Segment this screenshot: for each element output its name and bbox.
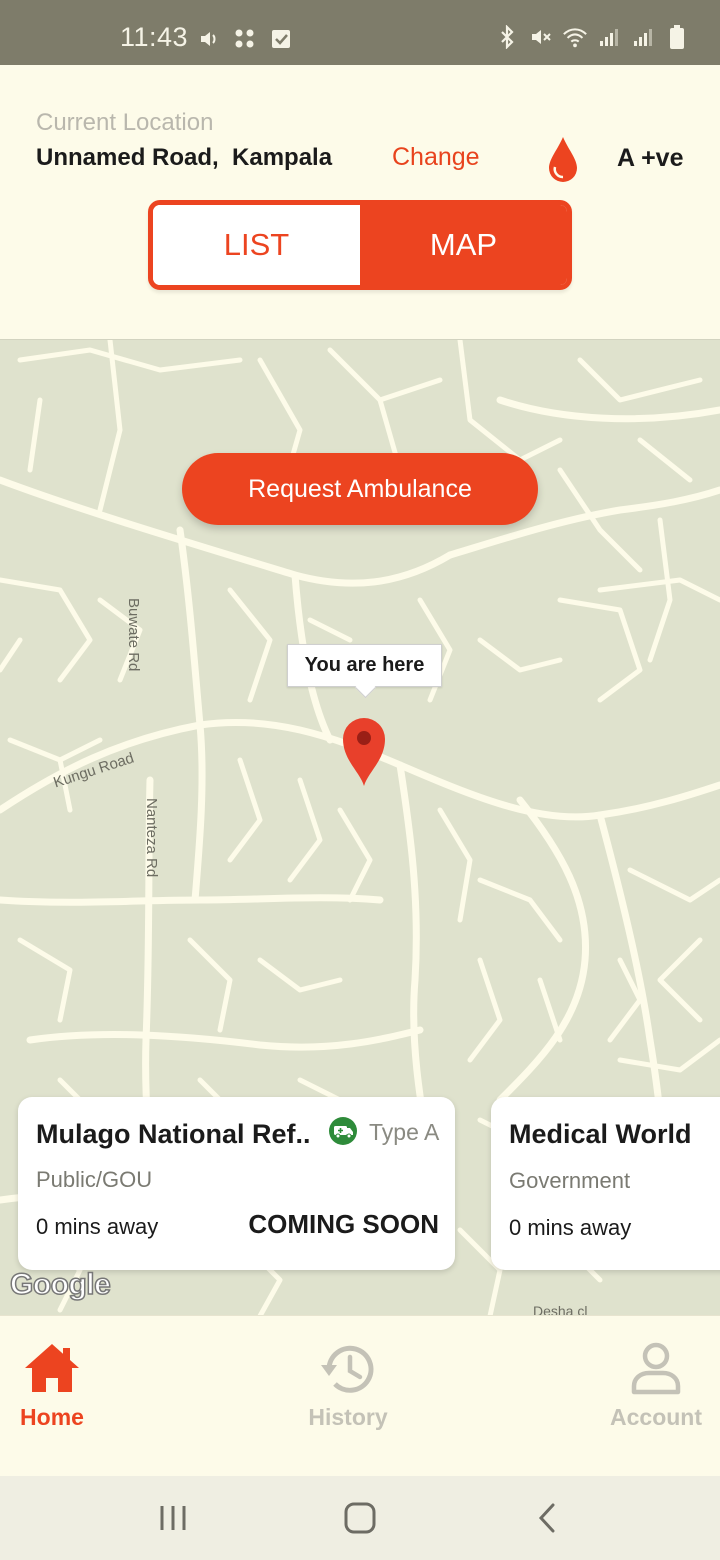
- signal-icon: [596, 24, 622, 50]
- hospital-category: Government: [509, 1168, 631, 1193]
- hospital-card[interactable]: Medical World Government 0 mins away: [491, 1097, 720, 1270]
- hospital-card[interactable]: Mulago National Ref.. Type A Public/GOU …: [18, 1097, 455, 1270]
- history-icon: [317, 1338, 379, 1400]
- road-label-nanteza: Nanteza Rd: [143, 798, 160, 878]
- wifi-icon: [562, 24, 588, 50]
- check-box-icon: [268, 26, 294, 52]
- hospital-category: Public/GOU: [36, 1167, 153, 1192]
- nav-home[interactable]: Home: [12, 1338, 92, 1431]
- signal-icon: [630, 24, 656, 50]
- home-icon: [21, 1338, 83, 1400]
- nav-account-label: Account: [610, 1404, 702, 1430]
- ambulance-type-label: Type A: [369, 1119, 440, 1145]
- current-location-value: Unnamed Road, Kampala: [36, 144, 333, 171]
- hospital-name: Mulago National Ref..: [36, 1119, 311, 1149]
- status-bar: 11:43: [0, 0, 720, 65]
- nav-history-label: History: [308, 1404, 388, 1430]
- recent-apps-icon[interactable]: [155, 1500, 191, 1536]
- hospital-eta: 0 mins away: [36, 1214, 159, 1239]
- back-icon[interactable]: [530, 1500, 566, 1536]
- ambulance-icon: [328, 1116, 358, 1146]
- dots-grid-icon: [232, 26, 258, 52]
- hospital-name: Medical World: [509, 1119, 692, 1149]
- account-icon: [625, 1338, 687, 1400]
- map-view[interactable]: Buwate Rd Kungu Road Nanteza Rd Desha cl…: [0, 339, 720, 1315]
- nav-history[interactable]: History: [300, 1338, 396, 1431]
- home-button-icon[interactable]: [342, 1500, 378, 1536]
- google-attribution-logo: Google: [9, 1267, 111, 1302]
- blood-type-value: A +ve: [617, 144, 684, 172]
- nav-home-label: Home: [20, 1404, 84, 1430]
- hospital-status: COMING SOON: [248, 1209, 439, 1239]
- list-view-tab[interactable]: LIST: [153, 205, 360, 285]
- bottom-navigation: Home History Account: [0, 1315, 720, 1476]
- you-are-here-tooltip: You are here: [287, 644, 442, 687]
- current-location-caption: Current Location: [36, 109, 214, 136]
- map-view-tab[interactable]: MAP: [360, 205, 567, 285]
- status-left-icons: [196, 26, 294, 52]
- road-label-desha: Desha cl: [533, 1303, 588, 1315]
- battery-icon: [664, 24, 690, 50]
- road-label-buwate: Buwate Rd: [125, 598, 142, 672]
- system-navigation-bar: [0, 1476, 720, 1560]
- location-header: Current Location Unnamed Road, Kampala C…: [0, 65, 720, 339]
- request-ambulance-button[interactable]: Request Ambulance: [182, 453, 538, 525]
- change-location-link[interactable]: Change: [392, 143, 480, 172]
- volume-icon: [196, 26, 222, 52]
- mute-icon: [528, 24, 554, 50]
- blood-drop-icon: [546, 135, 580, 185]
- hospital-eta: 0 mins away: [509, 1215, 632, 1240]
- nav-account[interactable]: Account: [606, 1338, 706, 1431]
- view-toggle: LIST MAP: [148, 200, 572, 290]
- status-time: 11:43: [120, 22, 189, 52]
- status-right-icons: [494, 24, 690, 50]
- location-pin-icon[interactable]: [340, 714, 388, 788]
- bluetooth-icon: [494, 24, 520, 50]
